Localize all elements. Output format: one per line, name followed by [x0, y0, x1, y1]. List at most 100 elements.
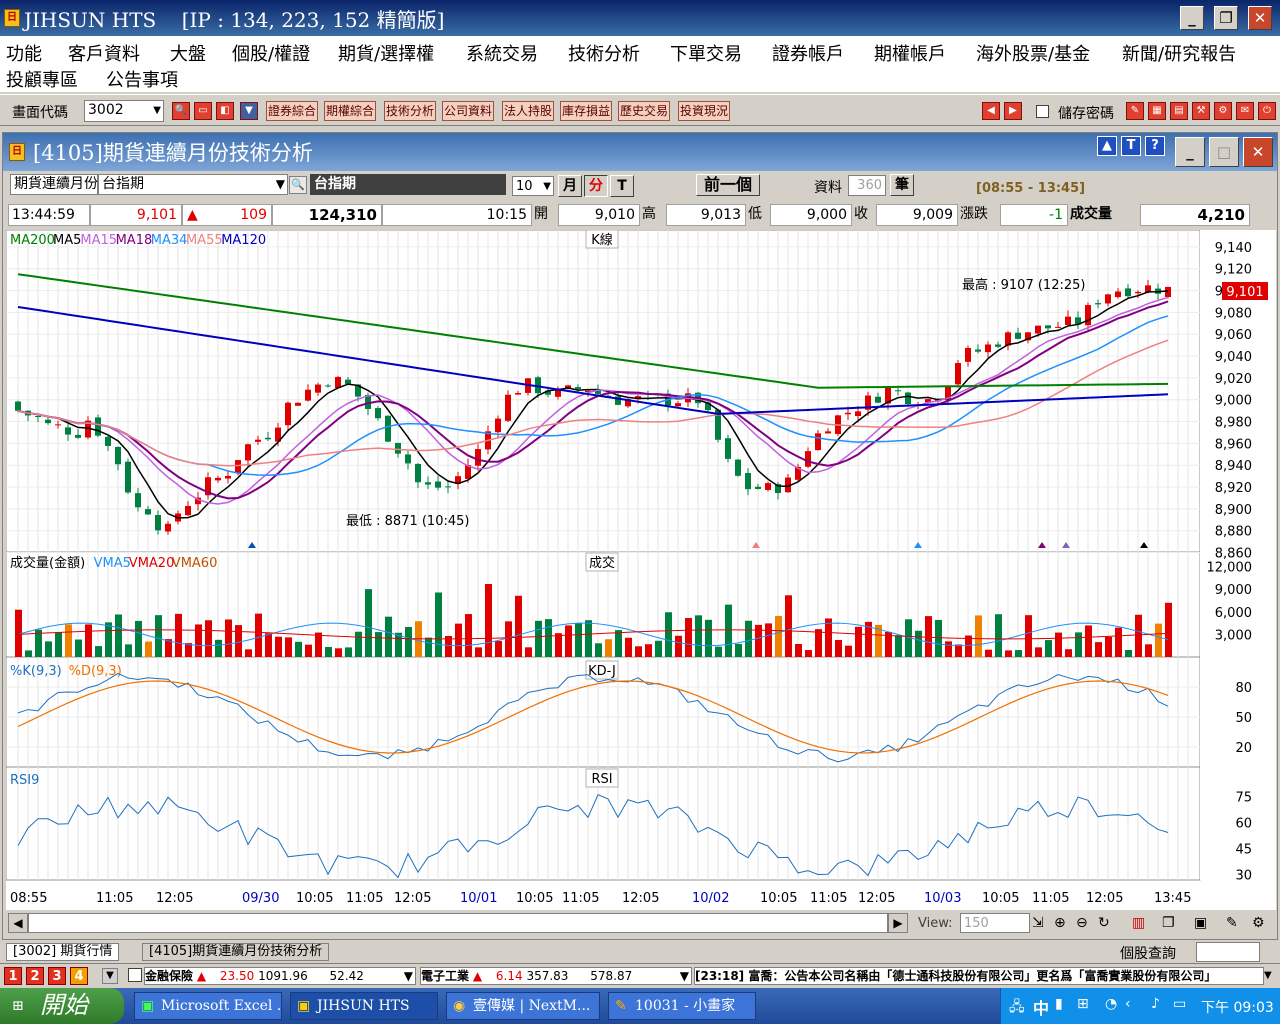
unit-month-button[interactable]: 月	[558, 175, 582, 197]
print-icon[interactable]: ▤	[1170, 102, 1188, 120]
view-input[interactable]: 150	[960, 913, 1030, 933]
menu-item[interactable]: 大盤	[170, 40, 206, 66]
task-jihsun[interactable]: ▣ JIHSUN HTS	[290, 992, 438, 1020]
gear-icon[interactable]: ⚙	[1252, 915, 1265, 931]
pan-icon[interactable]: ⇲	[1032, 915, 1044, 931]
refresh-icon[interactable]: ↻	[1098, 915, 1110, 931]
toolbar-button[interactable]: 庫存損益	[560, 101, 613, 121]
window-close-button[interactable]: ✕	[1243, 137, 1273, 167]
ticker-item-finance[interactable]: 金融保險 ▲ 23.50 1091.96 52.42 ▼	[144, 967, 416, 985]
menu-item[interactable]: 客戶資料	[68, 40, 140, 66]
zoom-in-icon[interactable]: ⊕	[1054, 915, 1066, 931]
task-paint[interactable]: ✎ 10031 - 小畫家	[608, 992, 756, 1020]
unit-tick-button[interactable]: T	[610, 175, 634, 197]
ticker-page-button[interactable]: 3	[48, 967, 66, 985]
toolbar-button[interactable]: 法人持股	[502, 101, 555, 121]
last-price-label: 9,101	[1226, 285, 1263, 300]
ticker-page-button[interactable]: 2	[26, 967, 44, 985]
menu-item[interactable]: 投顧專區	[6, 66, 78, 92]
symbol-input[interactable]: 台指期 ▼	[98, 174, 288, 195]
tab-quotes[interactable]: [3002] 期貨行情	[6, 943, 120, 961]
category-select[interactable]: 期貨連續月份	[10, 174, 98, 195]
scroll-track[interactable]	[28, 913, 888, 933]
toolbar-button[interactable]: 技術分析	[384, 101, 437, 121]
scroll-right-icon[interactable]: ▶	[888, 913, 908, 933]
folder-icon[interactable]: ▭	[194, 102, 212, 120]
ticker-page-button[interactable]: 4	[70, 967, 88, 985]
stock-query-input[interactable]	[1196, 942, 1260, 962]
scroll-left-icon[interactable]: ◀	[8, 913, 28, 933]
window-maximize-button[interactable]: □	[1209, 137, 1239, 167]
toolbar-button[interactable]: 公司資料	[442, 101, 495, 121]
ticker-toggle-icon[interactable]: ▼	[102, 968, 118, 984]
toolbar-button[interactable]: 期權綜合	[324, 101, 377, 121]
grid-icon[interactable]: ▦	[1148, 102, 1166, 120]
menu-item[interactable]: 證券帳戶	[772, 40, 844, 66]
tray-collapse-icon[interactable]: ‹	[1125, 996, 1131, 1012]
task-excel[interactable]: ▣ Microsoft Excel ...	[134, 992, 282, 1020]
triangle-up-icon[interactable]: ▲	[1097, 136, 1117, 156]
menu-item[interactable]: 技術分析	[568, 40, 640, 66]
chart-area[interactable]: 9,1409,1209,1009,0809,0609,0409,0209,000…	[5, 229, 1276, 910]
data-unit-button[interactable]: 筆	[890, 174, 914, 196]
tab-analysis[interactable]: [4105]期貨連續月份技術分析	[142, 943, 330, 961]
ticker-page-button[interactable]: 1	[4, 967, 22, 985]
back-icon[interactable]: ◀	[982, 102, 1000, 120]
task-browser[interactable]: ◉ 壹傳媒 | NextM...	[446, 992, 600, 1020]
symbol-search-icon[interactable]: 🔍	[289, 176, 307, 194]
bar-chart-icon[interactable]: ▥	[1132, 915, 1145, 931]
tray-icon-1[interactable]: ⊞	[1077, 996, 1089, 1012]
ticker-checkbox[interactable]	[128, 968, 142, 982]
edit-icon[interactable]: ✎	[1126, 102, 1144, 120]
candle-body	[215, 477, 221, 481]
menu-item[interactable]: 海外股票/基金	[976, 40, 1090, 66]
keyboard-icon[interactable]: ▮	[1055, 996, 1063, 1012]
period-select[interactable]: 10 ▼	[512, 176, 554, 196]
settings-icon[interactable]: ⚙	[1214, 102, 1232, 120]
dropdown-icon[interactable]: ▼	[240, 102, 258, 120]
help-icon[interactable]: ?	[1145, 136, 1165, 156]
toolbar-button[interactable]: 歷史交易	[618, 101, 671, 121]
menu-item[interactable]: 期權帳戶	[874, 40, 946, 66]
window-icon[interactable]: ▣	[1194, 915, 1207, 931]
screen-code-input[interactable]: 3002 ▼	[84, 100, 164, 122]
menu-item[interactable]: 期貨/選擇權	[338, 40, 434, 66]
ime-indicator[interactable]: 中	[1033, 995, 1049, 1019]
chart-icon[interactable]: ◧	[216, 102, 234, 120]
unit-minute-button[interactable]: 分	[584, 175, 608, 197]
menu-item[interactable]: 系統交易	[466, 40, 538, 66]
data-count-input[interactable]: 360	[848, 175, 886, 196]
news-dropdown-icon[interactable]: ▼	[1264, 967, 1278, 985]
display-icon[interactable]: ▭	[1173, 996, 1186, 1012]
minimize-button[interactable]: _	[1180, 6, 1204, 30]
toolbar-button[interactable]: 投資現況	[678, 101, 731, 121]
close-button[interactable]: ✕	[1248, 6, 1272, 30]
text-t-icon[interactable]: T	[1121, 136, 1141, 156]
search-icon[interactable]: 🔍	[172, 102, 190, 120]
menu-item[interactable]: 公告事項	[106, 66, 178, 92]
network-icon[interactable]: 🖧	[1009, 996, 1025, 1020]
volume-bar	[25, 650, 32, 657]
menu-item[interactable]: 新聞/研究報告	[1122, 40, 1236, 66]
news-ticker[interactable]: [23:18] 富喬：公告本公司名稱由「德士通科技股份有限公司」更名爲「富喬實業…	[694, 967, 1264, 985]
zoom-out-icon[interactable]: ⊖	[1076, 915, 1088, 931]
copy-icon[interactable]: ❐	[1162, 915, 1175, 931]
prev-button[interactable]: 前一個	[696, 174, 760, 196]
mail-icon[interactable]: ✉	[1236, 102, 1254, 120]
restore-button[interactable]: ❐	[1214, 6, 1238, 30]
menu-item[interactable]: 個股/權證	[232, 40, 310, 66]
menu-item[interactable]: 功能	[6, 40, 42, 66]
menu-item[interactable]: 下單交易	[670, 40, 742, 66]
window-minimize-button[interactable]: _	[1175, 137, 1205, 167]
volume-icon[interactable]: ♪	[1151, 996, 1160, 1012]
exit-icon[interactable]: ⏻	[1258, 102, 1276, 120]
pencil-icon[interactable]: ✎	[1226, 915, 1238, 931]
toolbar-button[interactable]: 證券綜合	[266, 101, 319, 121]
start-button[interactable]: ⊞ 開始	[0, 988, 124, 1024]
ticker-item-electronics[interactable]: 電子工業 ▲ 6.14 357.83 578.87 ▼	[420, 967, 692, 985]
forward-icon[interactable]: ▶	[1004, 102, 1022, 120]
tray-icon-2[interactable]: ◔	[1105, 996, 1117, 1012]
tool-icon[interactable]: ⚒	[1192, 102, 1210, 120]
save-password-checkbox[interactable]	[1036, 105, 1049, 118]
chart-svg[interactable]: 9,1409,1209,1009,0809,0609,0409,0209,000…	[5, 229, 1276, 910]
